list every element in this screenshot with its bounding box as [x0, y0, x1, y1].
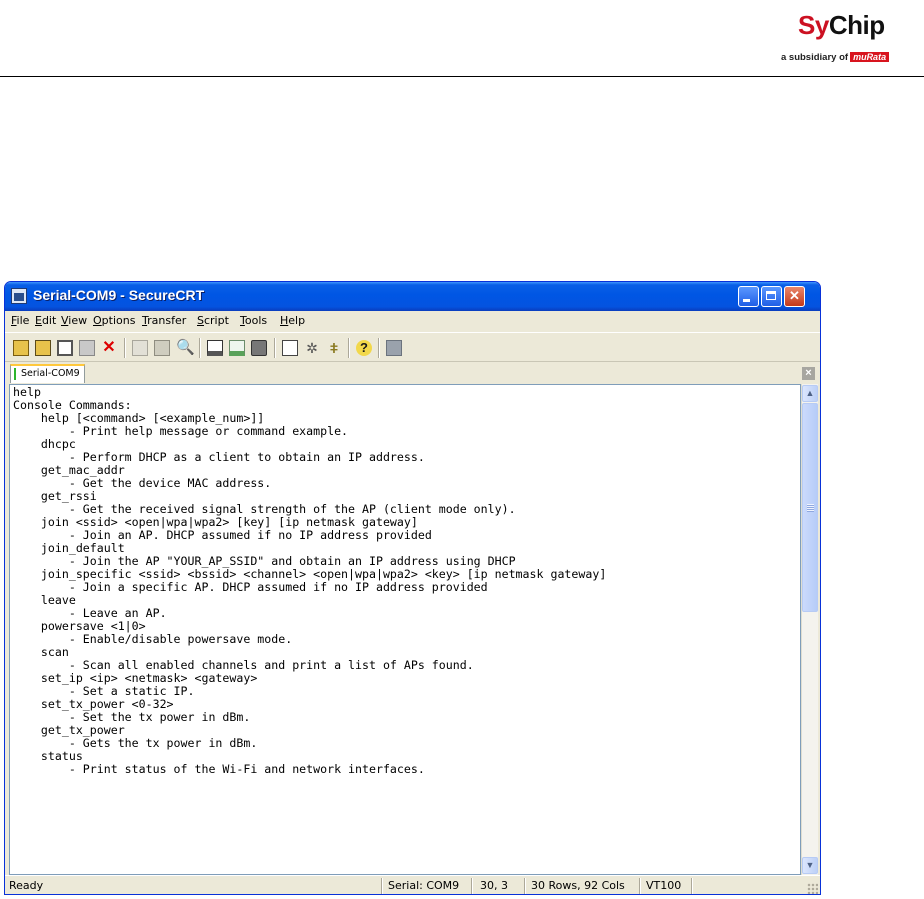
logo-sy: Sy: [798, 10, 829, 40]
terminal-line: - Print help message or command example.: [13, 424, 349, 438]
logo-brand: muRata: [850, 52, 890, 62]
find-icon[interactable]: 🔍: [176, 340, 195, 356]
logo-chip: Chip: [828, 10, 885, 40]
keymap-icon[interactable]: ǂ: [326, 340, 342, 356]
global-options-icon[interactable]: ✲: [304, 340, 320, 356]
menu-view[interactable]: View: [61, 314, 87, 327]
tab-label: Serial-COM9: [21, 368, 80, 379]
status-bar: Ready Serial: COM9 30, 3 30 Rows, 92 Col…: [5, 875, 820, 894]
status-emulation: VT100: [646, 879, 682, 892]
sftp-icon[interactable]: [386, 340, 402, 356]
terminal-line: - Gets the tx power in dBm.: [13, 736, 258, 750]
print-icon[interactable]: [251, 340, 267, 356]
terminal-output[interactable]: help Console Commands: help [<command> [<…: [9, 384, 801, 875]
company-logo: SyChip a subsidiary of muRata: [779, 8, 911, 68]
status-cursor: 30, 3: [480, 879, 508, 892]
scroll-down-button[interactable]: ▼: [802, 857, 818, 874]
close-button[interactable]: ✕: [784, 286, 805, 307]
terminal-line: - Get the device MAC address.: [13, 476, 272, 490]
toolbar-separator: [348, 338, 350, 358]
header-divider: [0, 76, 924, 77]
window-title: Serial-COM9 - SecureCRT: [33, 287, 205, 303]
maximize-button[interactable]: [761, 286, 782, 307]
connect-tab-icon[interactable]: [57, 340, 73, 356]
status-separator: [471, 878, 473, 894]
terminal-line: - Print status of the Wi-Fi and network …: [13, 762, 425, 776]
status-separator: [639, 878, 641, 894]
paste-icon[interactable]: [154, 340, 170, 356]
print-screen-icon[interactable]: [207, 340, 223, 356]
status-serial: Serial: COM9: [388, 879, 460, 892]
status-separator: [691, 878, 693, 894]
app-icon[interactable]: [11, 288, 27, 304]
status-state: Ready: [9, 879, 44, 892]
scroll-up-button[interactable]: ▲: [802, 385, 818, 402]
session-tab-strip: Serial-COM9 ×: [5, 362, 820, 384]
title-bar[interactable]: Serial-COM9 - SecureCRT ✕: [5, 282, 820, 311]
menu-help[interactable]: Help: [280, 314, 305, 327]
securecrt-window: Serial-COM9 - SecureCRT ✕ File Edit View…: [4, 281, 821, 895]
toolbar-separator: [124, 338, 126, 358]
terminal-line: - Set the tx power in dBm.: [13, 710, 251, 724]
status-separator: [381, 878, 383, 894]
toolbar-separator: [378, 338, 380, 358]
session-options-icon[interactable]: [282, 340, 298, 356]
menu-edit[interactable]: Edit: [35, 314, 56, 327]
menu-script[interactable]: Script: [197, 314, 229, 327]
connect-icon[interactable]: [13, 340, 29, 356]
connected-status-icon: [14, 368, 16, 380]
logo-subtitle: a subsidiary of: [781, 52, 849, 63]
terminal-line: - Join a specific AP. DHCP assumed if no…: [13, 580, 488, 594]
toolbar-separator: [199, 338, 201, 358]
minimize-button[interactable]: [738, 286, 759, 307]
scroll-thumb[interactable]: [802, 403, 818, 612]
help-icon[interactable]: ?: [356, 340, 372, 356]
menu-options[interactable]: Options: [93, 314, 135, 327]
reconnect-icon[interactable]: [79, 340, 95, 356]
disconnect-icon[interactable]: ✕: [101, 340, 117, 356]
terminal-text: help Console Commands: help [<command> [<…: [13, 386, 800, 874]
quick-connect-icon[interactable]: [35, 340, 51, 356]
menu-tools[interactable]: Tools: [240, 314, 267, 327]
terminal-line: - Perform DHCP as a client to obtain an …: [13, 450, 425, 464]
menu-file[interactable]: File: [11, 314, 29, 327]
terminal-line: - Enable/disable powersave mode.: [13, 632, 293, 646]
scroll-grip-icon: [807, 504, 814, 512]
menu-transfer[interactable]: Transfer: [142, 314, 186, 327]
status-separator: [524, 878, 526, 894]
copy-icon[interactable]: [132, 340, 148, 356]
vertical-scrollbar[interactable]: ▲ ▼: [801, 384, 818, 875]
status-size: 30 Rows, 92 Cols: [531, 879, 625, 892]
resize-grip-icon[interactable]: [807, 883, 818, 894]
toolbar: ✕ 🔍 ✲ ǂ ?: [5, 332, 820, 362]
print-selection-icon[interactable]: [229, 340, 245, 356]
close-tab-icon[interactable]: ×: [802, 367, 815, 380]
tab-serial-com9[interactable]: Serial-COM9: [10, 364, 85, 383]
terminal-line: - Join an AP. DHCP assumed if no IP addr…: [13, 528, 432, 542]
toolbar-separator: [274, 338, 276, 358]
menu-bar: File Edit View Options Transfer Script T…: [5, 311, 820, 331]
